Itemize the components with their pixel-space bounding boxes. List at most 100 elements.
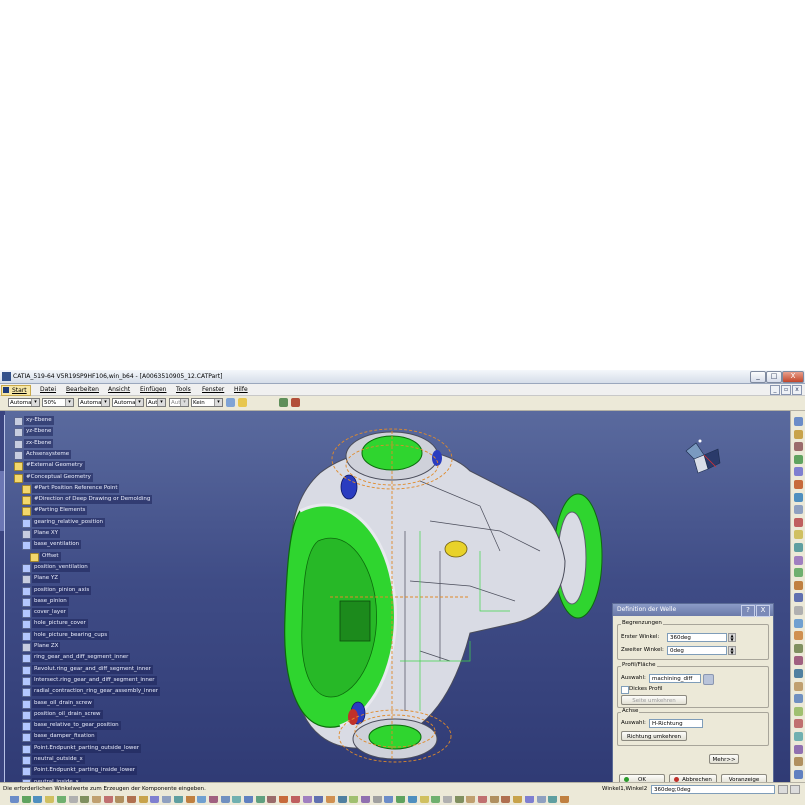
point-icon <box>22 733 31 743</box>
menu-tools[interactable]: Tools <box>176 386 191 393</box>
graphic-properties-toolbar: Automa ▾ 50% ▾ Automa ▾ Automa ▾ Aut ▾ Aut ▾ K… <box>0 396 805 411</box>
tool-icon[interactable] <box>794 744 803 754</box>
tree-node-label: base_oil_drain_screw <box>32 698 94 708</box>
thick-profile-label: Dickes Profil <box>629 686 663 692</box>
close-button[interactable]: X <box>782 371 804 383</box>
format-painter-icon[interactable] <box>226 398 235 407</box>
tool-icon[interactable] <box>794 442 803 452</box>
sketcher-icon[interactable] <box>703 674 714 685</box>
tool-icon[interactable] <box>794 757 803 767</box>
tool-icon[interactable] <box>794 669 803 678</box>
point-symbol-combo[interactable]: Aut ▾ <box>146 398 166 407</box>
mdi-minimize-button[interactable]: _ <box>770 385 780 395</box>
line-thickness-value: Automa <box>80 400 102 406</box>
line-type-combo[interactable]: Automa ▾ <box>112 398 144 407</box>
tool-icon[interactable] <box>794 580 803 590</box>
tool-icon[interactable] <box>794 480 803 489</box>
second-angle-input[interactable]: 0deg <box>667 646 727 655</box>
menu-bearbeiten[interactable]: Bearbeiten <box>66 386 99 393</box>
macro-icon[interactable] <box>291 398 300 407</box>
profile-selection-input[interactable]: machining_diff <box>649 674 701 683</box>
chevron-down-icon: ▾ <box>65 399 73 406</box>
layer-combo[interactable]: Kein ▾ <box>191 398 223 407</box>
tree-node-label: neutral_outside_x <box>32 755 85 764</box>
tool-icon[interactable] <box>794 706 803 716</box>
tool-icon[interactable] <box>794 656 803 666</box>
more-button[interactable]: Mehr>> <box>709 754 739 764</box>
tool-icon[interactable] <box>794 719 803 729</box>
geometric-set-icon <box>22 484 31 494</box>
menu-hilfe[interactable]: Hilfe <box>234 386 248 393</box>
tree-node-label: Plane XY <box>32 529 60 538</box>
tree-node-label: position_oil_drain_screw <box>32 709 103 719</box>
tool-icon[interactable] <box>794 517 803 527</box>
menu-einfuegen[interactable]: Einfügen <box>140 386 166 393</box>
tool-icon[interactable] <box>794 454 803 464</box>
menu-datei[interactable]: Datei <box>40 386 56 393</box>
tool-icon[interactable] <box>794 694 803 704</box>
tree-node-label: Achsensysteme <box>24 449 72 459</box>
menu-ansicht[interactable]: Ansicht <box>108 386 130 393</box>
point-icon <box>22 688 31 698</box>
tool-icon[interactable] <box>794 467 803 477</box>
tree-node-label: Revolut.ring_gear_and_diff_segment_inner <box>32 664 153 674</box>
dialog-close-button[interactable]: X <box>756 605 770 617</box>
tree-node-label: base_damper_fixation <box>32 732 97 742</box>
tool-icon[interactable] <box>794 417 803 426</box>
point-icon <box>22 586 31 596</box>
point-icon <box>22 654 31 664</box>
point-icon <box>22 744 31 754</box>
tool-icon[interactable] <box>794 606 803 615</box>
power-input-menu-icon[interactable] <box>790 785 800 794</box>
tool-icon[interactable] <box>794 618 803 628</box>
tool-icon[interactable] <box>794 681 803 691</box>
rendering-style-combo[interactable]: Aut ▾ <box>169 398 189 407</box>
tool-icon[interactable] <box>794 732 803 741</box>
tool-icon[interactable] <box>794 543 803 552</box>
maximize-button[interactable]: □ <box>766 371 782 383</box>
tool-icon[interactable] <box>794 505 803 515</box>
tree-node-label: position_pinion_axis <box>32 585 92 595</box>
menu-fenster[interactable]: Fenster <box>202 386 224 393</box>
tree-node-label: base_pinion <box>32 596 69 606</box>
minimize-button[interactable]: _ <box>750 371 766 383</box>
compass-widget[interactable] <box>676 433 726 483</box>
tool-icon[interactable] <box>794 429 803 439</box>
tool-icon[interactable] <box>794 555 803 565</box>
first-angle-spinner[interactable]: ▲ ▼ <box>728 633 736 642</box>
start-menu[interactable]: Start <box>1 385 31 396</box>
color-combo-value: Automa <box>10 400 32 406</box>
shaft-definition-dialog: Definition der Welle ? X Begrenzungen Er… <box>612 603 774 791</box>
tool-icon[interactable] <box>794 631 803 641</box>
tool-icon[interactable] <box>794 593 803 603</box>
tool-icon[interactable] <box>794 492 803 502</box>
transparency-combo[interactable]: 50% ▾ <box>42 398 74 407</box>
mdi-restore-button[interactable]: ▫ <box>781 385 791 395</box>
axis-selection-label: Auswahl: <box>621 720 646 726</box>
mdi-close-button[interactable]: x <box>792 385 802 395</box>
chevron-down-icon: ▾ <box>31 399 39 406</box>
dialog-help-button[interactable]: ? <box>741 605 755 617</box>
properties-icon[interactable] <box>238 398 247 407</box>
color-combo[interactable]: Automa ▾ <box>8 398 40 407</box>
axis-selection-input[interactable]: H-Richtung <box>649 719 703 728</box>
first-angle-input[interactable]: 360deg <box>667 633 727 642</box>
power-input-apply-icon[interactable] <box>778 785 788 794</box>
rendering-style-value: Aut <box>171 400 181 406</box>
point-icon <box>22 676 31 686</box>
tool-icon[interactable] <box>794 769 803 779</box>
globe-icon[interactable] <box>279 398 288 407</box>
reverse-direction-button[interactable]: Richtung umkehren <box>621 731 687 741</box>
tree-node-label: Intersect.ring_gear_and_diff_segment_inn… <box>32 675 157 685</box>
3d-viewport[interactable]: xy-Ebene yz-Ebene zx-Ebene Achsensysteme #Ex… <box>0 411 790 791</box>
tool-icon[interactable] <box>794 530 803 540</box>
second-angle-spinner[interactable]: ▲ ▼ <box>728 646 736 655</box>
tool-icon[interactable] <box>794 568 803 578</box>
reverse-side-button[interactable]: Seite umkehren <box>621 695 687 705</box>
line-thickness-combo[interactable]: Automa ▾ <box>78 398 110 407</box>
thick-profile-checkbox[interactable] <box>621 686 629 694</box>
tree-node-label: #Conceptual Geometry <box>24 472 93 482</box>
specification-tree[interactable]: xy-Ebene yz-Ebene zx-Ebene Achsensysteme #Ex… <box>0 411 161 791</box>
angle-power-input[interactable]: 360deg;0deg <box>651 785 775 794</box>
tool-icon[interactable] <box>794 643 803 653</box>
